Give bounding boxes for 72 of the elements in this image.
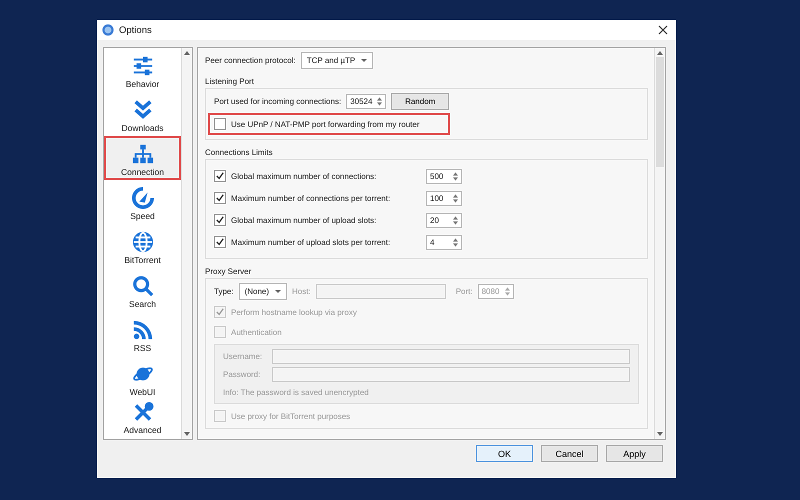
spin-arrows-icon[interactable] (377, 97, 382, 106)
type-label: Type: (214, 287, 234, 296)
spin-arrows-icon[interactable] (453, 238, 458, 246)
rss-icon (132, 319, 154, 341)
spin-arrows-icon[interactable] (453, 216, 458, 224)
random-button[interactable]: Random (391, 93, 450, 110)
port-label: Port used for incoming connections: (214, 97, 342, 106)
protocol-label: Peer connection protocol: (205, 56, 296, 65)
sidebar-item[interactable]: RSS (104, 312, 181, 356)
sidebar-item[interactable]: BitTorrent (104, 224, 181, 268)
limit-spinbox[interactable]: 500 (426, 168, 462, 184)
sidebar-item[interactable]: Downloads (104, 92, 181, 136)
port-spinbox[interactable]: 30524 (346, 94, 386, 109)
globe-icon (132, 231, 154, 253)
spin-arrows-icon[interactable] (453, 172, 458, 180)
checkbox[interactable] (214, 118, 226, 130)
authentication-label: Authentication (231, 328, 282, 336)
window-title: Options (119, 24, 153, 36)
arrow-down-icon[interactable] (657, 432, 663, 436)
checkbox[interactable] (214, 170, 226, 182)
sidebar-item[interactable]: Advanced (104, 400, 181, 438)
limit-label: Global maximum number of connections: (231, 172, 378, 180)
checkmark-icon (216, 194, 224, 202)
network-icon (132, 143, 154, 165)
checkmark-icon (216, 172, 224, 180)
checkmark-icon (216, 216, 224, 224)
sidebar-item[interactable]: Speed (104, 180, 181, 224)
limit-label: Global maximum number of upload slots: (231, 216, 378, 224)
host-label: Host: (292, 287, 311, 296)
dialog-button[interactable]: OK (476, 445, 533, 462)
checkbox[interactable] (214, 192, 226, 204)
double-chevron-icon (132, 99, 154, 121)
section-title: Proxy Server (205, 267, 252, 276)
app-icon (102, 24, 114, 36)
arrow-up-icon[interactable] (184, 51, 190, 55)
port-label: Port: (456, 287, 473, 296)
sidebar-scrollbar[interactable] (181, 48, 192, 439)
checkbox[interactable] (214, 214, 226, 226)
panel-scrollbar[interactable] (654, 48, 665, 439)
checkmark-icon (216, 308, 224, 316)
bittorrent-proxy-label: Use proxy for BitTorrent purposes (231, 412, 350, 420)
sliders-icon (132, 55, 154, 77)
sidebar-item[interactable]: Search (104, 268, 181, 312)
section-title: Connections Limits (205, 148, 274, 157)
checkbox[interactable] (214, 236, 226, 248)
caret-icon (361, 59, 368, 62)
limit-label: Maximum number of upload slots per torrent: (231, 238, 392, 246)
hostname-lookup-label: Perform hostname lookup via proxy (231, 308, 357, 316)
speedometer-icon (132, 187, 154, 209)
limit-spinbox[interactable]: 20 (426, 212, 462, 228)
limit-spinbox[interactable]: 4 (426, 234, 462, 250)
arrow-down-icon[interactable] (184, 432, 190, 436)
sidebar-item[interactable]: WebUI (104, 356, 181, 400)
dialog-button[interactable]: Apply (606, 445, 663, 462)
checkmark-icon (216, 238, 224, 246)
close-icon[interactable] (658, 25, 668, 35)
arrow-up-icon[interactable] (657, 51, 663, 55)
scrollbar-thumb[interactable] (656, 57, 664, 167)
protocol-dropdown[interactable]: TCP and µTP (300, 52, 374, 69)
dialog-button[interactable]: Cancel (541, 445, 598, 462)
section-title: Listening Port (205, 77, 255, 86)
magnifier-icon (132, 275, 154, 297)
spin-arrows-icon[interactable] (453, 194, 458, 202)
password-label: Password: (223, 370, 262, 378)
username-label: Username: (223, 352, 264, 360)
caret-icon (275, 290, 282, 293)
info-text: Info: The password is saved unencrypted (223, 388, 369, 396)
limit-spinbox[interactable]: 100 (426, 190, 462, 206)
limit-label: Maximum number of connections per torrent: (231, 194, 392, 202)
sidebar-item[interactable]: Connection (104, 136, 181, 180)
sidebar-item[interactable]: Behavior (104, 48, 181, 92)
upnp-option[interactable]: Use UPnP / NAT-PMP port forwarding from my router (208, 113, 450, 135)
